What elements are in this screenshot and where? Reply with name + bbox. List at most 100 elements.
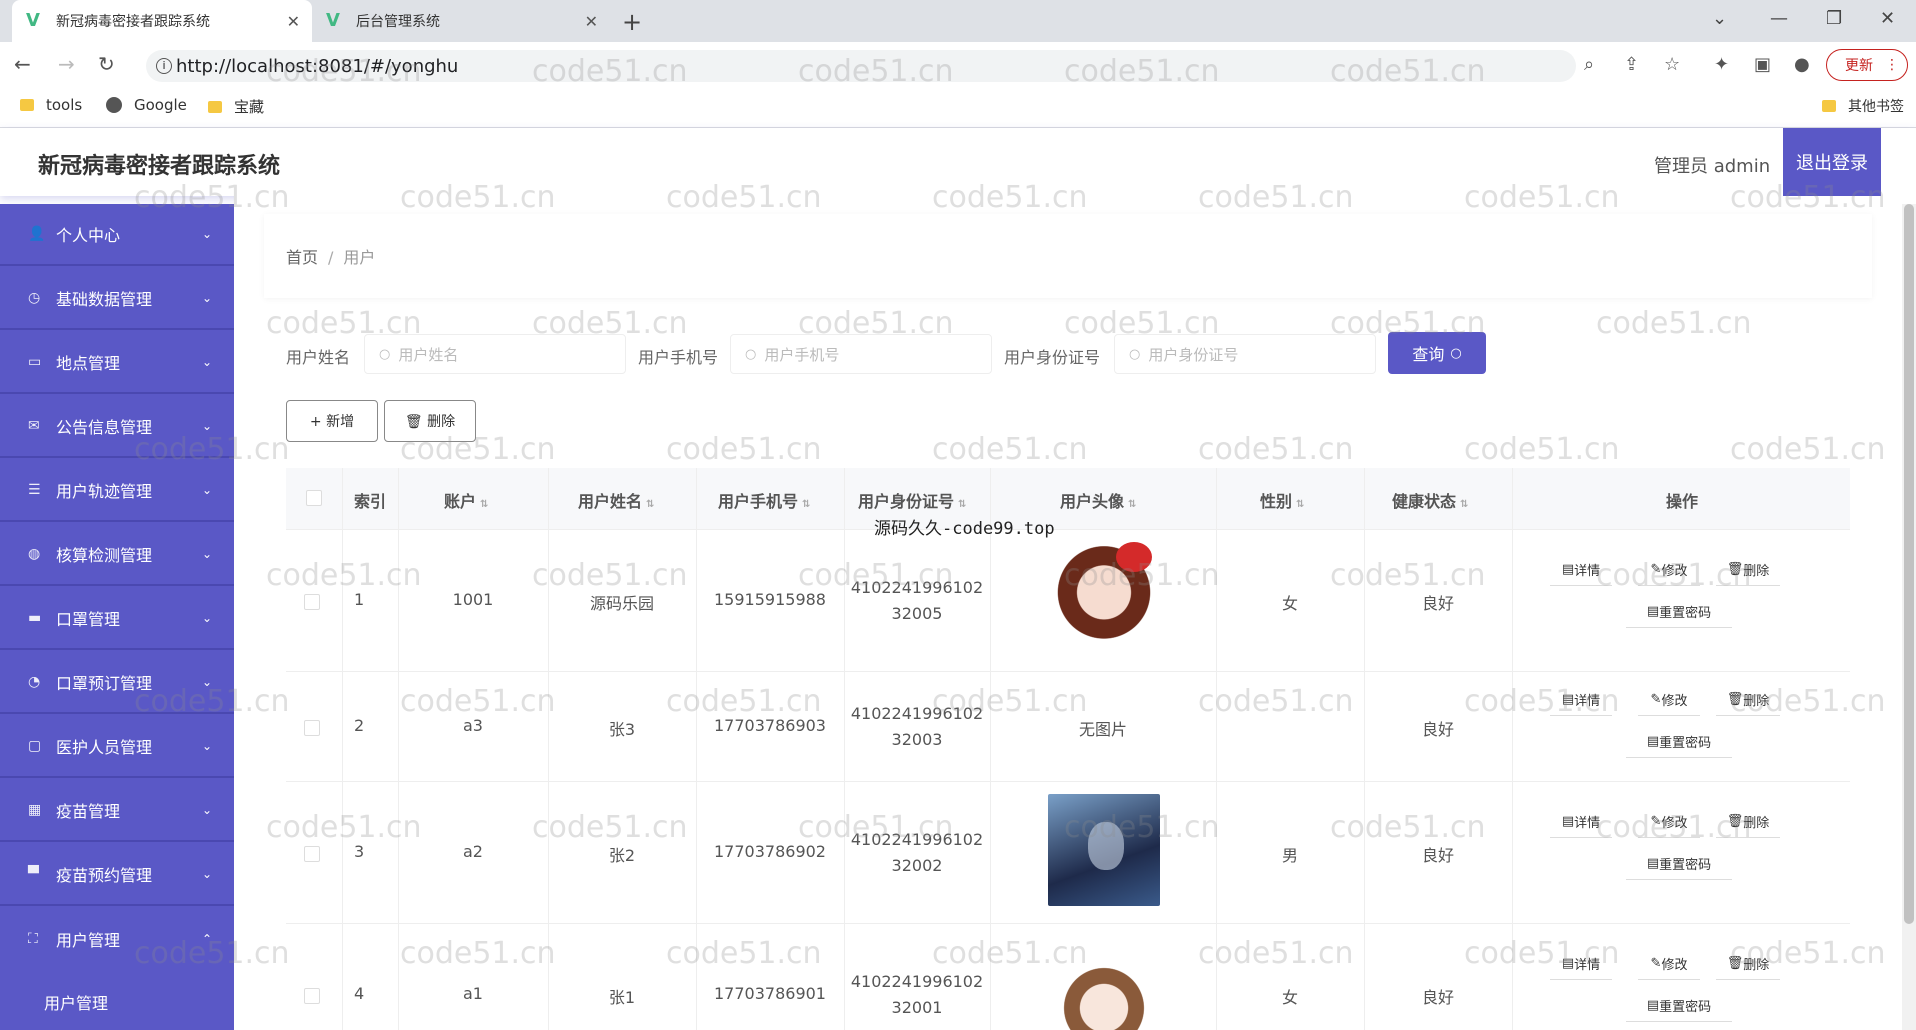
update-button[interactable]: 更新 ⋮ <box>1826 49 1908 81</box>
delete-row-button[interactable]: 🗑 删除 <box>1716 684 1780 716</box>
vue-logo-icon: V <box>326 10 340 31</box>
row-checkbox[interactable] <box>304 594 320 610</box>
forward-icon[interactable]: → <box>58 52 75 76</box>
edit-button[interactable]: ✎ 修改 <box>1638 948 1700 980</box>
sidebar-item-personal[interactable]: 👤 个人中心 ⌄ <box>0 204 234 266</box>
sidebar-item-label: 口罩预订管理 <box>56 674 153 693</box>
browser-tab-strip: V 新冠病毒密接者跟踪系统 ✕ V 后台管理系统 ✕ + ⌄ — ❐ ✕ <box>0 0 1916 42</box>
search-label-name: 用户姓名 <box>286 348 351 367</box>
column-header[interactable]: 性别 ⇅ <box>1260 488 1304 512</box>
sidebar-item-vaccine-booking[interactable]: ▀ 疫苗预约管理 ⌄ <box>0 844 234 906</box>
reload-icon[interactable]: ↻ <box>98 52 115 76</box>
reset-password-button[interactable]: ▤ 重置密码 <box>1626 596 1732 628</box>
column-header[interactable]: 账户 ⇅ <box>444 488 488 512</box>
detail-button[interactable]: ▤ 详情 <box>1550 684 1612 716</box>
bookmark-baozang[interactable]: 宝藏 <box>208 96 264 117</box>
column-header-label: 用户头像 <box>1060 492 1125 511</box>
sidebar-subitem-user[interactable]: 用户管理 <box>44 990 108 1014</box>
sidebar-item-label: 基础数据管理 <box>56 290 153 309</box>
row-checkbox[interactable] <box>304 720 320 736</box>
edit-label: 修改 <box>1661 958 1688 973</box>
close-tab-icon[interactable]: ✕ <box>585 12 598 31</box>
close-tab-icon[interactable]: ✕ <box>287 12 300 31</box>
query-button[interactable]: 查询 ○ <box>1388 332 1486 374</box>
share-icon[interactable]: ⇪ <box>1624 54 1639 75</box>
row-checkbox[interactable] <box>304 988 320 1004</box>
logout-button[interactable]: 退出登录 <box>1783 128 1881 196</box>
cell-phone: 17703786902 <box>714 842 826 861</box>
row-checkbox[interactable] <box>304 846 320 862</box>
zoom-icon[interactable]: ⌕ <box>1584 54 1594 75</box>
sidebar-item-testing[interactable]: ◍ 核算检测管理 ⌄ <box>0 524 234 586</box>
new-tab-icon[interactable]: + <box>622 8 642 36</box>
sidepanel-icon[interactable]: ▣ <box>1754 54 1771 75</box>
chevron-down-icon: ⌄ <box>201 803 212 817</box>
clock-icon: ◷ <box>28 290 41 306</box>
page-scrollbar[interactable] <box>1902 204 1916 1030</box>
chevron-down-icon: ⌄ <box>201 483 212 497</box>
edit-button[interactable]: ✎ 修改 <box>1638 684 1700 716</box>
cell-gender: 男 <box>1281 846 1298 865</box>
bookmark-google[interactable]: Google <box>106 96 187 114</box>
delete-row-button[interactable]: 🗑 删除 <box>1716 948 1780 980</box>
tab-search-icon[interactable]: ⌄ <box>1712 8 1727 29</box>
column-header[interactable]: 用户头像 ⇅ <box>1060 488 1136 512</box>
select-all-checkbox[interactable] <box>306 490 322 506</box>
sidebar-item-notice[interactable]: ✉ 公告信息管理 ⌄ <box>0 396 234 458</box>
info-icon[interactable]: i <box>156 58 172 74</box>
cell-index: 2 <box>354 716 365 735</box>
tab-title: 后台管理系统 <box>356 14 440 30</box>
search-input-name[interactable]: ○ 用户姓名 <box>364 334 626 374</box>
user-table: 索引 账户 ⇅ 用户姓名 ⇅ 用户手机号 ⇅ 用户身份证号 ⇅ 用户头像 ⇅ 性别 ⇅ 健康… <box>286 468 1850 1030</box>
detail-button[interactable]: ▤ 详情 <box>1550 806 1612 838</box>
breadcrumb-home[interactable]: 首页 <box>286 248 318 267</box>
sidebar-item-vaccine[interactable]: ▦ 疫苗管理 ⌄ <box>0 780 234 842</box>
sidebar-item-trajectory[interactable]: ☰ 用户轨迹管理 ⌄ <box>0 460 234 522</box>
back-icon[interactable]: ← <box>14 52 31 76</box>
search-input-idcard[interactable]: ○ 用户身份证号 <box>1114 334 1376 374</box>
detail-button[interactable]: ▤ 详情 <box>1550 554 1612 586</box>
search-input-phone[interactable]: ○ 用户手机号 <box>730 334 992 374</box>
scrollbar-thumb[interactable] <box>1904 204 1914 924</box>
bookmark-tools[interactable]: tools <box>20 96 82 114</box>
reset-password-button[interactable]: ▤ 重置密码 <box>1626 990 1732 1022</box>
edit-button[interactable]: ✎ 修改 <box>1638 554 1700 586</box>
sidebar-item-mask-order[interactable]: ◔ 口罩预订管理 ⌄ <box>0 652 234 714</box>
edit-button[interactable]: ✎ 修改 <box>1638 806 1700 838</box>
maximize-icon[interactable]: ❐ <box>1826 8 1842 29</box>
profile-icon[interactable]: ● <box>1794 54 1810 75</box>
delete-button[interactable]: 🗑 删除 <box>384 400 476 442</box>
browser-tab[interactable]: V 后台管理系统 ✕ <box>312 0 610 42</box>
minimize-icon[interactable]: — <box>1770 8 1788 29</box>
close-window-icon[interactable]: ✕ <box>1880 8 1895 29</box>
star-icon[interactable]: ☆ <box>1664 54 1680 75</box>
column-header[interactable]: 健康状态 ⇅ <box>1392 488 1468 512</box>
column-header-label: 用户姓名 <box>578 492 643 511</box>
sidebar-item-user-mgmt[interactable]: ⛶ 用户管理 ⌃ <box>0 908 234 970</box>
url-field[interactable]: i http://localhost:8081/#/yonghu <box>146 50 1576 82</box>
query-label: 查询 <box>1412 345 1445 364</box>
table-row: 2 a3 张3 17703786903 4102241996102 32003 … <box>286 672 1850 782</box>
detail-button[interactable]: ▤ 详情 <box>1550 948 1612 980</box>
sidebar-item-mask[interactable]: ▬ 口罩管理 ⌄ <box>0 588 234 650</box>
column-header[interactable]: 用户手机号 ⇅ <box>718 488 810 512</box>
delete-row-button[interactable]: 🗑 删除 <box>1716 554 1780 586</box>
extensions-icon[interactable]: ✦ <box>1714 54 1729 75</box>
vue-logo-icon: V <box>26 10 40 31</box>
column-header[interactable]: 用户身份证号 ⇅ <box>858 488 966 512</box>
cell-phone: 15915915988 <box>714 590 826 609</box>
bookmark-other[interactable]: 其他书签 <box>1822 96 1904 116</box>
column-header[interactable]: 用户姓名 ⇅ <box>578 488 654 512</box>
edit-label: 修改 <box>1661 694 1688 709</box>
sidebar-item-location[interactable]: ▭ 地点管理 ⌄ <box>0 332 234 394</box>
sidebar-item-medical-staff[interactable]: ▢ 医护人员管理 ⌄ <box>0 716 234 778</box>
chevron-down-icon: ⌄ <box>201 739 212 753</box>
reset-password-button[interactable]: ▤ 重置密码 <box>1626 848 1732 880</box>
reset-password-button[interactable]: ▤ 重置密码 <box>1626 726 1732 758</box>
face-shape <box>1088 822 1124 870</box>
add-button[interactable]: + 新增 <box>286 400 378 442</box>
sidebar-item-basic-data[interactable]: ◷ 基础数据管理 ⌄ <box>0 268 234 330</box>
browser-tab-active[interactable]: V 新冠病毒密接者跟踪系统 ✕ <box>12 0 312 42</box>
delete-row-button[interactable]: 🗑 删除 <box>1716 806 1780 838</box>
trash-icon: 🗑 <box>1726 692 1744 707</box>
